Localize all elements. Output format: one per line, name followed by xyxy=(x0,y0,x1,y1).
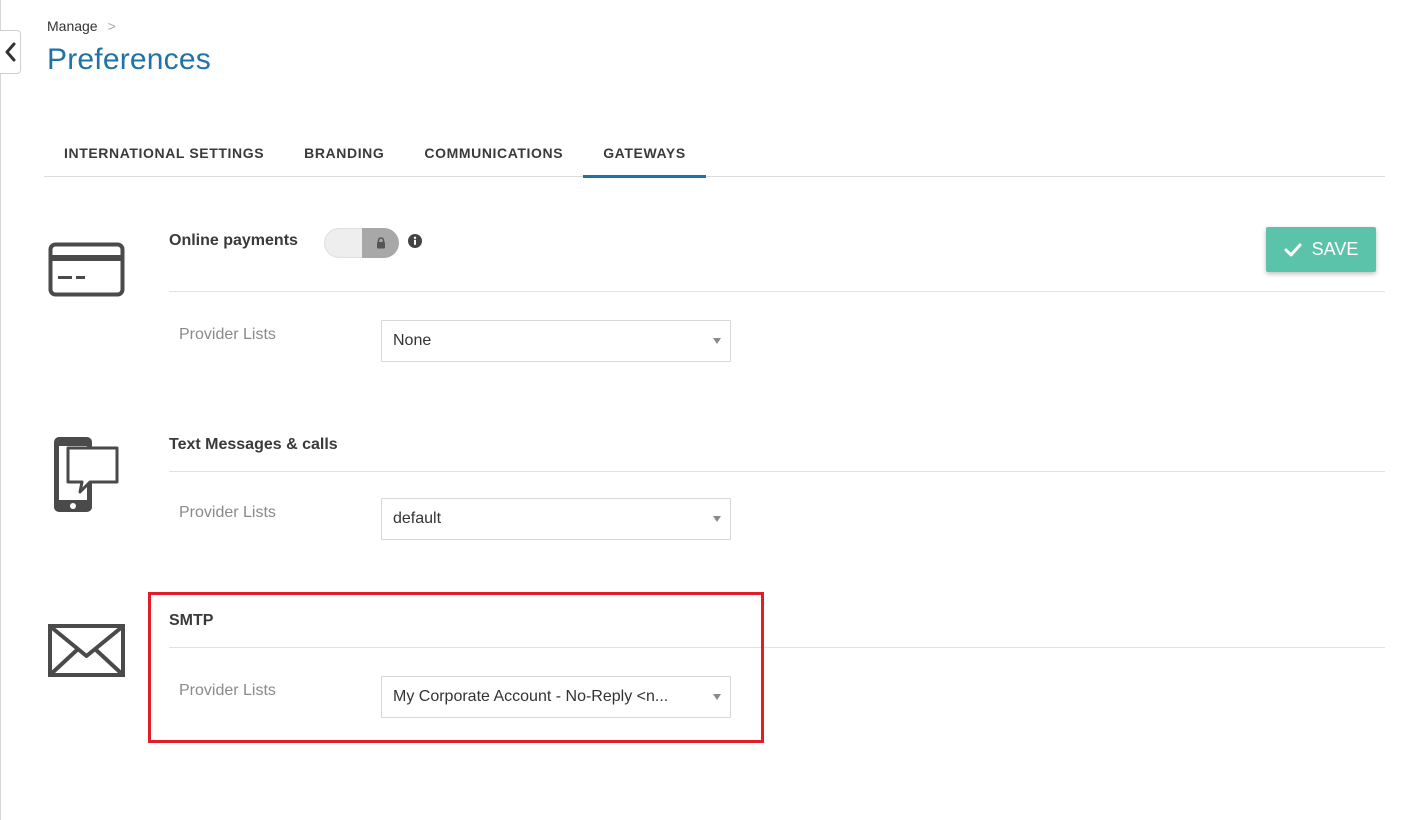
tab-communications[interactable]: COMMUNICATIONS xyxy=(404,128,583,177)
tab-branding[interactable]: BRANDING xyxy=(284,128,404,177)
text-messages-provider-select[interactable]: default xyxy=(381,498,731,540)
toggle-knob xyxy=(362,228,399,258)
save-button-label: SAVE xyxy=(1311,239,1359,259)
collapse-sidebar-button[interactable] xyxy=(0,30,21,74)
save-button[interactable]: SAVE xyxy=(1266,227,1376,272)
text-messages-title: Text Messages & calls xyxy=(169,436,338,453)
envelope-icon xyxy=(48,624,125,677)
online-payments-provider-select[interactable]: None xyxy=(381,320,731,362)
breadcrumb-separator: > xyxy=(107,18,116,34)
check-icon xyxy=(1284,243,1302,256)
tab-international-settings[interactable]: INTERNATIONAL SETTINGS xyxy=(44,128,284,177)
left-edge xyxy=(0,0,1,820)
breadcrumb: Manage > xyxy=(47,18,116,34)
online-payments-divider xyxy=(169,291,1385,292)
caret-down-icon xyxy=(713,338,721,344)
smtp-highlight-box xyxy=(148,592,764,743)
caret-down-icon xyxy=(713,516,721,522)
tab-bar: INTERNATIONAL SETTINGS BRANDING COMMUNIC… xyxy=(44,128,1385,178)
text-messages-divider xyxy=(169,471,1385,472)
info-icon[interactable] xyxy=(408,234,422,248)
page-title: Preferences xyxy=(47,43,211,76)
credit-card-icon xyxy=(48,242,125,297)
online-payments-provider-label: Provider Lists xyxy=(179,326,276,343)
preferences-page: Manage > Preferences INTERNATIONAL SETTI… xyxy=(0,0,1412,820)
lock-icon xyxy=(376,237,385,249)
select-value: None xyxy=(393,332,432,349)
tab-gateways[interactable]: GATEWAYS xyxy=(583,128,706,178)
online-payments-toggle[interactable] xyxy=(324,228,399,258)
select-value: default xyxy=(393,510,442,527)
text-messages-provider-label: Provider Lists xyxy=(179,504,276,521)
breadcrumb-manage[interactable]: Manage xyxy=(47,18,98,34)
phone-chat-icon xyxy=(54,437,119,512)
chevron-left-icon xyxy=(5,42,16,62)
online-payments-title: Online payments xyxy=(169,232,298,249)
